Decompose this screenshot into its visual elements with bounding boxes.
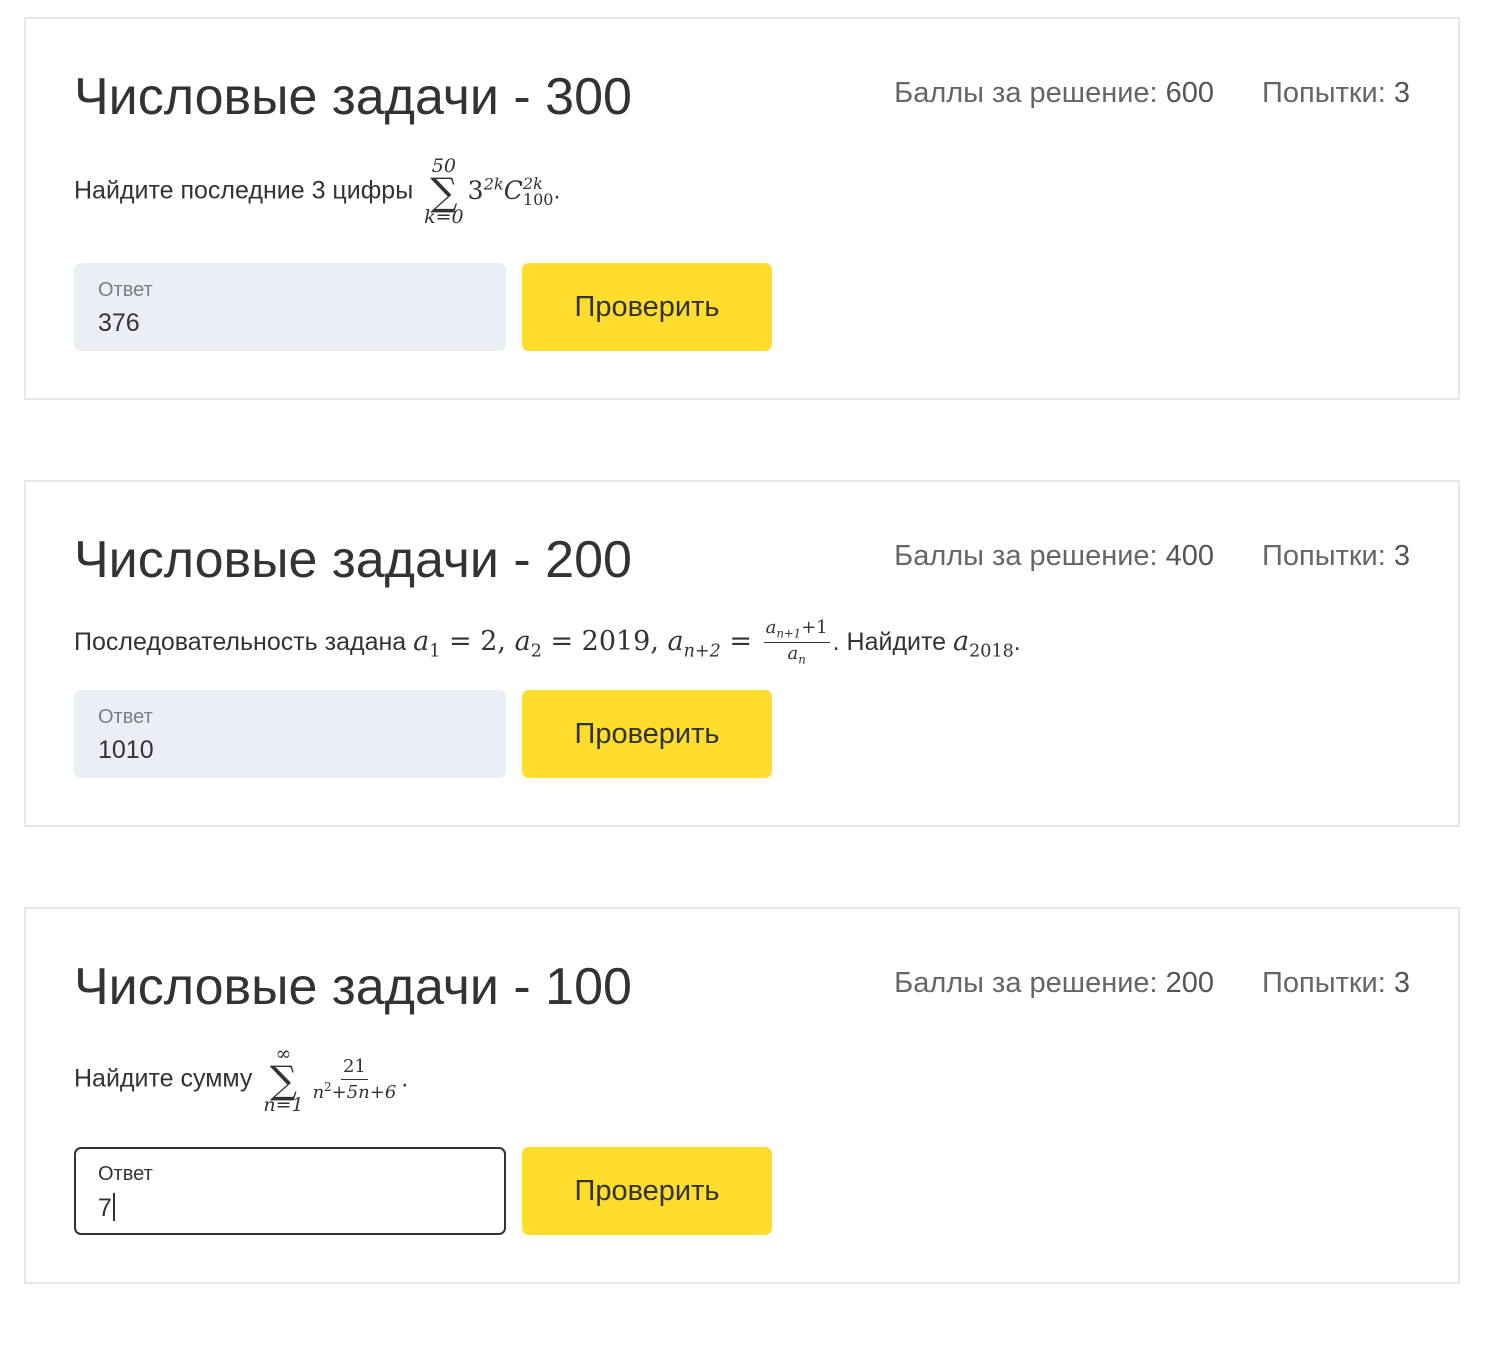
attempts-info: Попытки: 3 [1262,967,1410,999]
points-info: Баллы за решение: 200 [894,967,1215,999]
fraction: an+1+1 an [763,617,830,667]
task-statement: Последовательность задана a1 = 2, a2 = 2… [74,617,1021,667]
answer-field[interactable]: Ответ 7 [74,1147,506,1235]
points-value: 200 [1165,967,1215,999]
answer-input[interactable]: 1010 [98,736,154,765]
answer-input[interactable]: 376 [98,309,140,338]
check-button[interactable]: Проверить [522,690,772,778]
math-formula: ∞ ∑ n=1 21 n2+5n+6 [259,1045,401,1115]
math-formula: a1 = 2, a2 = 2019, an+2 = an+1+1 an [413,617,830,667]
sum-symbol: ∞ ∑ n=1 [263,1043,304,1116]
sum-symbol: 50 ∑ k=0 [424,155,464,228]
attempts-value: 3 [1393,967,1410,999]
check-button[interactable]: Проверить [522,1147,772,1235]
points-value: 600 [1165,77,1215,109]
attempts-value: 3 [1393,540,1410,572]
answer-field[interactable]: Ответ 1010 [74,690,506,778]
points-info: Баллы за решение: 600 [894,77,1215,109]
fraction: 21 n2+5n+6 [312,1055,397,1103]
points-value: 400 [1165,540,1215,572]
task-title: Числовые задачи - 300 [74,68,632,126]
task-statement: Найдите сумму ∞ ∑ n=1 21 n2+5n+6. [74,1043,409,1116]
task-meta: Баллы за решение: 400 Попытки: 3 [894,538,1410,574]
attempts-info: Попытки: 3 [1262,77,1410,109]
task-card: Числовые задачи - 100 Баллы за решение: … [24,907,1460,1284]
answer-input[interactable]: 7 [98,1193,115,1223]
task-meta: Баллы за решение: 600 Попытки: 3 [894,75,1410,111]
points-info: Баллы за решение: 400 [894,540,1215,572]
answer-field[interactable]: Ответ 376 [74,263,506,351]
attempts-value: 3 [1393,77,1410,109]
task-card: Числовые задачи - 300 Баллы за решение: … [24,17,1460,400]
task-card: Числовые задачи - 200 Баллы за решение: … [24,480,1460,827]
task-title: Числовые задачи - 200 [74,531,632,589]
answer-label: Ответ [98,1163,153,1185]
answer-label: Ответ [98,706,153,728]
task-meta: Баллы за решение: 200 Попытки: 3 [894,965,1410,1001]
check-button[interactable]: Проверить [522,263,772,351]
text-caret [112,1193,115,1221]
task-title: Числовые задачи - 100 [74,958,632,1016]
answer-label: Ответ [98,279,153,301]
attempts-info: Попытки: 3 [1262,540,1410,572]
math-formula: 50 ∑ k=0 32kC 2k 100 [424,155,554,228]
task-statement: Найдите последние 3 цифры 50 ∑ k=0 32kC 2… [74,155,561,228]
